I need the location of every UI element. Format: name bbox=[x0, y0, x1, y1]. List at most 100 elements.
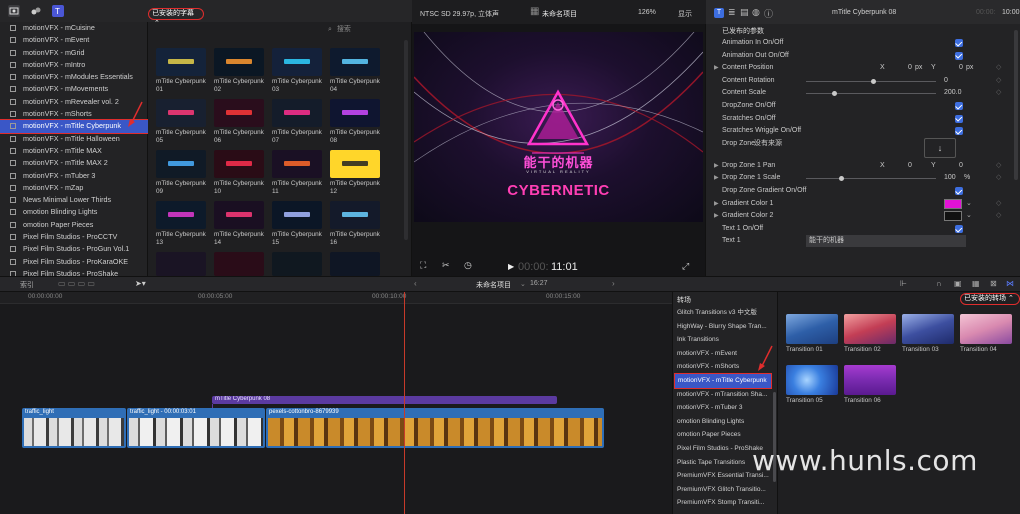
transition-category[interactable]: omotion Paper Pieces bbox=[677, 428, 773, 442]
transition-category[interactable]: PremiumVFX Glitch Transitio... bbox=[677, 483, 773, 497]
title-inspector-icon[interactable]: T bbox=[714, 8, 724, 18]
title-thumbnail[interactable] bbox=[156, 99, 206, 127]
parameter-value[interactable]: 200.0 bbox=[944, 87, 962, 100]
library-item[interactable]: Pixel Film Studios - ProCCTV bbox=[0, 231, 148, 243]
keyframe-icon[interactable]: ◇ bbox=[996, 62, 1001, 75]
x-value[interactable]: 0 bbox=[908, 62, 912, 75]
parameter-checkbox[interactable] bbox=[955, 225, 963, 234]
title-thumbnail[interactable] bbox=[330, 201, 380, 229]
video-clip[interactable]: pexels-cottonbro-8679939 bbox=[266, 408, 604, 448]
parameter-checkbox[interactable] bbox=[955, 102, 963, 111]
playhead[interactable] bbox=[404, 292, 405, 514]
select-tool-icon[interactable]: ➤▾ bbox=[135, 279, 146, 288]
timeline-project-name[interactable]: 未命名项目 bbox=[476, 280, 511, 290]
title-thumbnail[interactable] bbox=[156, 48, 206, 76]
disclosure-triangle-icon[interactable]: ▶ bbox=[714, 62, 719, 75]
transition-category[interactable]: HighWay - Blurry Shape Tran... bbox=[677, 320, 773, 334]
zoom-dropdown[interactable]: 126% bbox=[638, 9, 656, 16]
transition-category[interactable]: motionVFX - mTitle Cyberpunk bbox=[674, 373, 772, 389]
library-item[interactable]: Pixel Film Studios - ProGun Vol.1 bbox=[0, 243, 148, 255]
chevron-down-icon[interactable]: ⌄ bbox=[966, 198, 972, 211]
parameter-slider[interactable] bbox=[806, 178, 936, 180]
title-thumbnail[interactable] bbox=[330, 252, 380, 276]
zoom-slider-icon[interactable]: ⊩ bbox=[900, 279, 907, 288]
video-clip[interactable]: traffic_light - 00:00:03:01 bbox=[127, 408, 265, 448]
color-swatch[interactable] bbox=[944, 198, 962, 209]
library-item[interactable]: motionVFX - mZap bbox=[0, 182, 148, 194]
title-thumbnail[interactable] bbox=[156, 201, 206, 229]
library-item[interactable]: Pixel Film Studios - ProShake bbox=[0, 268, 148, 276]
keyframe-icon[interactable]: ◇ bbox=[996, 160, 1001, 173]
library-item[interactable]: motionVFX - mMovements bbox=[0, 83, 148, 95]
disclosure-triangle-icon[interactable]: ▶ bbox=[714, 160, 719, 173]
keyframe-icon[interactable]: ◇ bbox=[996, 210, 1001, 223]
slider-knob[interactable] bbox=[838, 176, 844, 182]
photos-audio-icon[interactable] bbox=[30, 5, 42, 17]
library-item[interactable]: motionVFX - mTitle Halloween bbox=[0, 133, 148, 145]
text-inspector-icon[interactable]: ≣ bbox=[728, 7, 736, 18]
color-inspector-icon[interactable]: ◍ bbox=[752, 7, 760, 18]
clip-appearance-icon[interactable]: ▭ ▭ ▭ ▭ bbox=[58, 279, 95, 288]
video-clip[interactable]: traffic_light bbox=[22, 408, 126, 448]
transition-category[interactable]: Glitch Transitions v3 中文版 bbox=[677, 306, 773, 320]
display-menu[interactable]: 显示 bbox=[678, 9, 692, 19]
index-button[interactable]: 索引 bbox=[20, 280, 34, 290]
search-input[interactable]: ⌕ 搜索 bbox=[328, 24, 410, 36]
title-clip[interactable]: mTitle Cyberpunk 08 bbox=[212, 396, 557, 404]
transform-tool-icon[interactable]: ⛶ bbox=[420, 260, 426, 271]
transition-thumbnail[interactable] bbox=[844, 365, 896, 395]
transition-category[interactable]: motionVFX - mTransition Sha... bbox=[677, 388, 773, 402]
timeline-ruler[interactable]: 00:00:00:00 00:00:05:00 00:00:10:00 00:0… bbox=[0, 292, 672, 304]
title-thumbnail[interactable] bbox=[272, 252, 322, 276]
library-item[interactable]: Pixel Film Studios - ProKaraOKE bbox=[0, 256, 148, 268]
forward-arrow-icon[interactable]: › bbox=[612, 279, 615, 288]
speed-tool-icon[interactable]: ◷ bbox=[464, 260, 472, 271]
library-item[interactable]: omotion Blinding Lights bbox=[0, 206, 148, 218]
title-thumbnail[interactable] bbox=[330, 48, 380, 76]
dropzone-import-button[interactable]: ↓ bbox=[924, 137, 956, 158]
transition-thumbnail[interactable] bbox=[902, 314, 954, 344]
parameter-slider[interactable] bbox=[806, 93, 936, 95]
parameter-checkbox[interactable] bbox=[955, 114, 963, 123]
info-icon[interactable]: ⓘ bbox=[764, 7, 773, 20]
library-item[interactable]: motionVFX - mGrid bbox=[0, 47, 148, 59]
inspector-scrollbar[interactable] bbox=[1014, 30, 1018, 180]
chevron-down-icon[interactable]: ⌄ bbox=[966, 210, 972, 223]
titles-generators-icon[interactable]: T bbox=[52, 5, 64, 17]
disclosure-triangle-icon[interactable]: ▶ bbox=[714, 210, 719, 223]
title-thumbnail[interactable] bbox=[330, 150, 380, 178]
video-preview[interactable]: 能干的机器 VIRTUAL REALITY CYBERNETIC bbox=[414, 32, 703, 222]
transition-category[interactable]: omotion Blinding Lights bbox=[677, 415, 773, 429]
library-item[interactable]: motionVFX - mTitle MAX bbox=[0, 145, 148, 157]
title-thumbnail[interactable] bbox=[156, 252, 206, 276]
title-thumbnail[interactable] bbox=[214, 48, 264, 76]
media-browser-icon[interactable] bbox=[8, 5, 20, 17]
disclosure-triangle-icon[interactable]: ▶ bbox=[714, 172, 719, 185]
play-button[interactable]: ▶ bbox=[508, 262, 514, 271]
photos-icon[interactable]: ▦ bbox=[972, 279, 980, 288]
browser-scrollbar[interactable] bbox=[404, 40, 408, 240]
title-thumbnail[interactable] bbox=[214, 150, 264, 178]
title-thumbnail[interactable] bbox=[214, 99, 264, 127]
library-item[interactable]: motionVFX - mIntro bbox=[0, 59, 148, 71]
keyframe-icon[interactable]: ◇ bbox=[996, 172, 1001, 185]
title-thumbnail[interactable] bbox=[330, 99, 380, 127]
back-arrow-icon[interactable]: ‹ bbox=[414, 279, 417, 288]
keyframe-icon[interactable]: ◇ bbox=[996, 87, 1001, 100]
parameter-value[interactable]: 100 bbox=[944, 172, 956, 185]
keyframe-icon[interactable]: ◇ bbox=[996, 75, 1001, 88]
x-value[interactable]: 0 bbox=[908, 160, 912, 173]
fullscreen-icon[interactable]: ⤢ bbox=[682, 261, 689, 272]
keyframe-icon[interactable]: ◇ bbox=[996, 198, 1001, 211]
title-thumbnail[interactable] bbox=[214, 252, 264, 276]
y-value[interactable]: 0 bbox=[959, 160, 963, 173]
disclosure-triangle-icon[interactable]: ▶ bbox=[714, 198, 719, 211]
transition-thumbnail[interactable] bbox=[786, 314, 838, 344]
y-value[interactable]: 0 bbox=[959, 62, 963, 75]
text-field[interactable]: 能干的机器 bbox=[806, 235, 966, 248]
transition-thumbnail[interactable] bbox=[960, 314, 1012, 344]
library-item[interactable]: motionVFX - mModules Essentials bbox=[0, 71, 148, 83]
library-item[interactable]: motionVFX - mEvent bbox=[0, 34, 148, 46]
library-item[interactable]: motionVFX - mCuisine bbox=[0, 22, 148, 34]
parameter-checkbox[interactable] bbox=[955, 39, 963, 48]
